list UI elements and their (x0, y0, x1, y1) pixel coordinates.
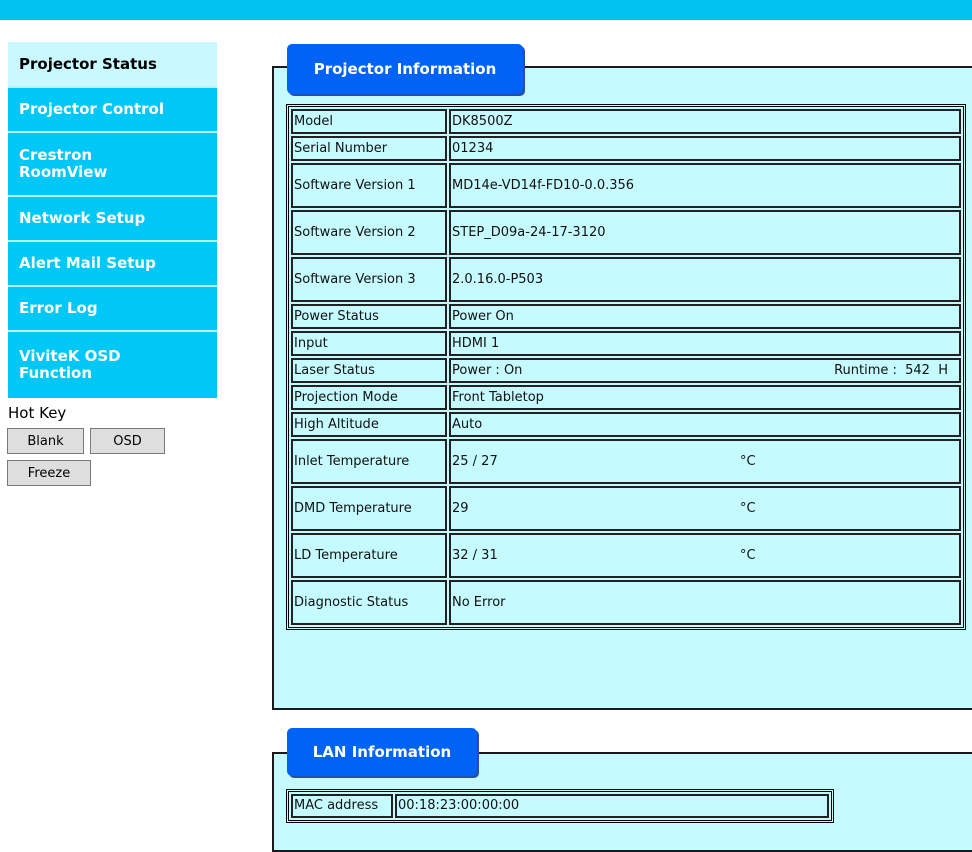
table-row: Serial Number 01234 (291, 136, 961, 161)
row-label: Inlet Temperature (291, 439, 447, 484)
freeze-button[interactable]: Freeze (7, 460, 91, 486)
top-bar (0, 0, 972, 20)
row-label: Diagnostic Status (291, 580, 447, 625)
nav-item-network-setup[interactable]: Network Setup (8, 197, 217, 242)
row-value: Front Tabletop (449, 385, 961, 410)
table-row: Inlet Temperature 25 / 27 °C (291, 439, 961, 484)
table-row: Diagnostic Status No Error (291, 580, 961, 625)
row-value: MD14e-VD14f-FD10-0.0.356 (449, 163, 961, 208)
nav-item-label: Alert Mail Setup (19, 254, 156, 272)
row-label: Input (291, 331, 447, 356)
lan-info-title: LAN Information (312, 743, 452, 761)
blank-button[interactable]: Blank (7, 428, 84, 454)
nav-item-projector-status[interactable]: Projector Status (8, 42, 217, 88)
row-label: Software Version 3 (291, 257, 447, 302)
projector-info-tab: Projector Information (287, 44, 523, 94)
table-row: High Altitude Auto (291, 412, 961, 437)
nav-item-label: Network Setup (19, 209, 146, 227)
row-value: DK8500Z (449, 109, 961, 134)
nav-item-vivitek-osd-function[interactable]: ViviteK OSD Function (8, 332, 217, 398)
row-label: LD Temperature (291, 533, 447, 578)
row-value: 00:18:23:00:00:00 (395, 794, 829, 818)
temp-unit: °C (740, 453, 756, 469)
temp-value: 32 / 31 (452, 547, 498, 563)
nav-item-error-log[interactable]: Error Log (8, 287, 217, 332)
table-row: Input HDMI 1 (291, 331, 961, 356)
laser-runtime-value: Runtime : 542 H (834, 362, 948, 378)
row-label: Serial Number (291, 136, 447, 161)
temp-value-wrap: 32 / 31 °C (452, 548, 958, 564)
table-row: Software Version 3 2.0.16.0-P503 (291, 257, 961, 302)
table-row: Power Status Power On (291, 304, 961, 329)
temp-value: 29 (452, 500, 469, 516)
row-value: Power On (449, 304, 961, 329)
hot-key-label: Hot Key (8, 404, 67, 422)
row-label: DMD Temperature (291, 486, 447, 531)
nav-item-projector-control[interactable]: Projector Control (8, 88, 217, 133)
row-label: Power Status (291, 304, 447, 329)
nav-item-label: Projector Control (19, 100, 165, 118)
row-value: HDMI 1 (449, 331, 961, 356)
row-label: Software Version 2 (291, 210, 447, 255)
table-row: Model DK8500Z (291, 109, 961, 134)
row-label: Projection Mode (291, 385, 447, 410)
lan-info-tab: LAN Information (287, 728, 477, 776)
row-label: Model (291, 109, 447, 134)
nav-item-alert-mail-setup[interactable]: Alert Mail Setup (8, 242, 217, 287)
nav-item-label: Error Log (19, 299, 98, 317)
temp-value-wrap: 29 °C (452, 501, 958, 517)
row-value: Auto (449, 412, 961, 437)
temp-unit: °C (740, 500, 756, 516)
row-label: MAC address (291, 794, 393, 818)
temp-value: 25 / 27 (452, 453, 498, 469)
osd-button[interactable]: OSD (90, 428, 165, 454)
nav-item-crestron-roomview[interactable]: Crestron RoomView (8, 133, 217, 197)
projector-info-title: Projector Information (313, 60, 497, 78)
laser-power-value: Power : On (452, 362, 523, 378)
nav-item-label: ViviteK OSD Function (19, 347, 121, 382)
row-label: High Altitude (291, 412, 447, 437)
lan-info-table: MAC address 00:18:23:00:00:00 (286, 789, 834, 823)
row-value: No Error (449, 580, 961, 625)
row-value: 01234 (449, 136, 961, 161)
table-row: DMD Temperature 29 °C (291, 486, 961, 531)
row-label: Software Version 1 (291, 163, 447, 208)
sidebar-nav: Projector Status Projector Control Crest… (8, 42, 217, 398)
table-row: Projection Mode Front Tabletop (291, 385, 961, 410)
row-value: 2.0.16.0-P503 (449, 257, 961, 302)
row-value: STEP_D09a-24-17-3120 (449, 210, 961, 255)
temp-unit: °C (740, 547, 756, 563)
row-value: Power : On Runtime : 542 H (449, 358, 961, 383)
nav-item-label: Projector Status (19, 54, 157, 73)
nav-item-label: Crestron RoomView (19, 146, 108, 181)
table-row: MAC address 00:18:23:00:00:00 (291, 794, 829, 818)
row-value: 25 / 27 °C (449, 439, 961, 484)
temp-value-wrap: 25 / 27 °C (452, 454, 958, 470)
table-row: LD Temperature 32 / 31 °C (291, 533, 961, 578)
table-row: Software Version 2 STEP_D09a-24-17-3120 (291, 210, 961, 255)
row-value: 32 / 31 °C (449, 533, 961, 578)
projector-info-table: Model DK8500Z Serial Number 01234 Softwa… (286, 104, 966, 630)
row-label: Laser Status (291, 358, 447, 383)
table-row: Laser Status Power : On Runtime : 542 H (291, 358, 961, 383)
table-row: Software Version 1 MD14e-VD14f-FD10-0.0.… (291, 163, 961, 208)
laser-status-wrap: Power : On Runtime : 542 H (452, 363, 958, 379)
row-value: 29 °C (449, 486, 961, 531)
